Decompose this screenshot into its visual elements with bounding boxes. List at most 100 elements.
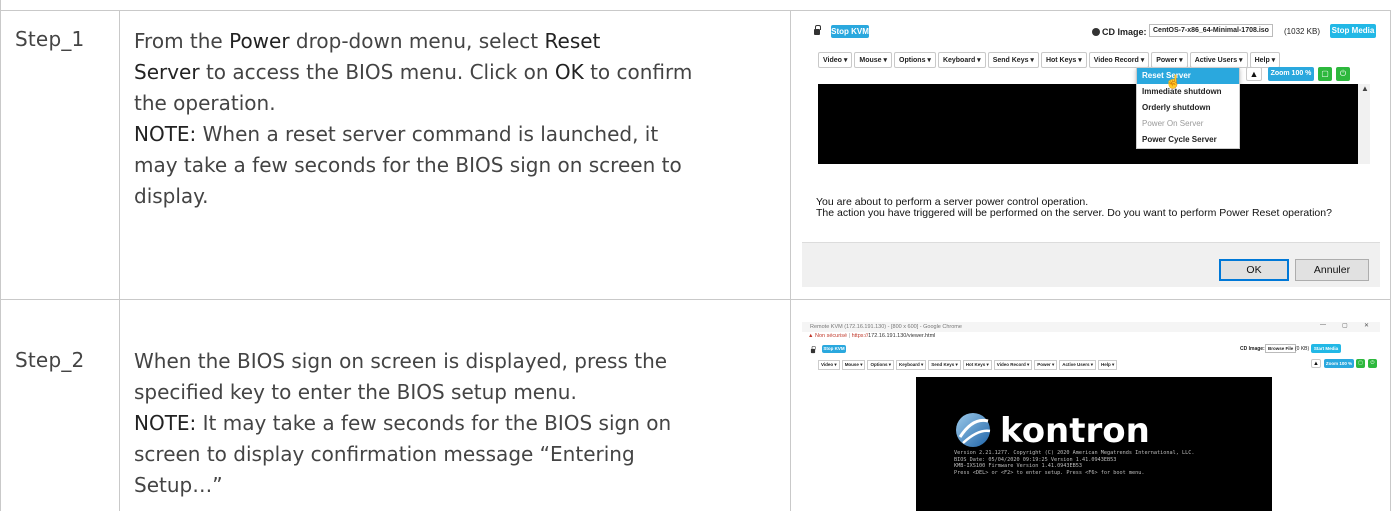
body-text: to confirm [583,60,693,84]
browser-title-bar: Remote KVM (172.16.191.130) - [800 x 600… [802,322,1380,332]
cd-size: (1032 KB) [1284,27,1321,36]
bios-line: KMB-IXS100 Firmware Version 1.41.0943EB5… [954,463,1083,470]
text-line: specified key to enter the BIOS setup me… [134,377,774,408]
kvm-menubar: Video ▾ Mouse ▾ Options ▾ Keyboard ▾ Send Ke… [818,52,1281,68]
text-line: display. [134,181,774,212]
menu-item[interactable]: Power ▾ [1034,360,1058,370]
zoom-button[interactable]: Zoom 100 % [1324,359,1354,368]
stop-media-button[interactable]: Stop Media [1330,24,1376,38]
text-line: may take a few seconds for the BIOS sign… [134,150,774,181]
power-menu-item[interactable]: Orderly shutdown [1137,100,1239,116]
body-text: It may take a few seconds for the BIOS s… [196,411,672,435]
cd-image-label: CD Image: [1240,346,1265,352]
menu-item[interactable]: Options ▾ [894,52,936,68]
bios-line: BIOS Date: 05/04/2020 09:19:25 Version 1… [954,456,1117,463]
text-line: From the Power drop-down menu, select Re… [134,26,774,57]
chat-icon[interactable]: ▢ [1356,359,1365,368]
body-text: screen to display confirmation message “… [134,442,635,466]
body-text: When the BIOS sign on screen is displaye… [134,349,668,373]
body-text: specified key to enter the BIOS setup me… [134,380,577,404]
scroll-up-icon[interactable]: ▲ [1361,84,1369,93]
text-line: NOTE: It may take a few seconds for the … [134,408,774,439]
keyword-text: Server [134,60,200,84]
text-line: When the BIOS sign on screen is displaye… [134,346,774,377]
lock-icon [810,346,816,354]
warning-icon: ▲ [808,333,815,339]
menu-item[interactable]: Video Record ▾ [993,360,1033,370]
power-menu-item[interactable]: Immediate shutdown [1137,84,1239,100]
menu-item[interactable]: Options ▾ [867,360,894,370]
menu-item[interactable]: Hot Keys ▾ [1040,52,1087,68]
close-icon[interactable]: ✕ [1364,322,1369,329]
menu-item[interactable]: Video Record ▾ [1088,52,1150,68]
menu-item[interactable]: Video ▾ [818,52,853,68]
menu-item[interactable]: Keyboard ▾ [937,52,986,68]
menu-item[interactable]: Mouse ▾ [854,52,893,68]
cd-image-label: CD Image: [1092,27,1147,37]
menu-item[interactable]: Send Keys ▾ [987,52,1039,68]
cd-file-field[interactable]: CentOS-7-x86_64-Minimal-1708.iso [1149,24,1273,37]
body-text: From the [134,29,230,53]
bios-sign-on-screenshot: Remote KVM (172.16.191.130) - [800 x 600… [802,322,1380,511]
body-text: the operation. [134,91,276,115]
menu-item[interactable]: Keyboard ▾ [895,360,927,370]
power-reset-screenshot: Stop KVM CD Image: CentOS-7-x86_64-Minim… [802,14,1380,287]
step-2-text: When the BIOS sign on screen is displaye… [134,346,774,501]
body-text: drop-down menu, select [289,29,545,53]
menu-item[interactable]: Active Users ▾ [1059,360,1097,370]
menu-item[interactable]: Send Keys ▾ [928,360,961,370]
dialog-footer [802,242,1380,287]
dialog-message-line2: The action you have triggered will be pe… [816,207,1332,219]
text-line: the operation. [134,88,774,119]
column-divider [790,10,791,511]
text-line: Setup…” [134,470,774,501]
address-bar[interactable]: ▲ Non sécurisé | https://172.16.191.130/… [802,332,1380,341]
menu-item[interactable]: Active Users ▾ [1189,52,1248,68]
maximize-icon[interactable]: ▢ [1342,322,1348,329]
menu-item[interactable]: Video ▾ [818,360,840,370]
text-line: screen to display confirmation message “… [134,439,774,470]
table-border-top [0,10,1391,11]
warning-icon[interactable]: ▲ [1246,67,1262,81]
power-menu-item[interactable]: Reset Server [1137,68,1239,84]
bios-line: Press <DEL> or <F2> to enter setup. Pres… [954,469,1145,476]
step-1-label: Step_1 [15,27,85,51]
step-2-label: Step_2 [15,348,85,372]
cd-size: (0 KB) [1295,346,1310,352]
power-icon[interactable]: ⏻ [1368,359,1377,368]
warning-icon[interactable]: ▲ [1311,359,1321,368]
ok-button[interactable]: OK [1219,259,1289,281]
kvm-video-screen[interactable] [818,84,1358,164]
menu-item[interactable]: Help ▾ [1098,360,1118,370]
column-divider [119,10,120,511]
minimize-icon[interactable]: — [1320,322,1326,328]
stop-kvm-button[interactable]: Stop KVM [822,345,846,353]
text-line: NOTE: When a reset server command is lau… [134,119,774,150]
table-border-left [0,0,1,511]
power-icon[interactable]: ⏻ [1336,67,1350,81]
hand-cursor-icon: ☝ [1165,74,1182,89]
menu-item[interactable]: Mouse ▾ [841,360,866,370]
menu-item[interactable]: Power ▾ [1151,52,1188,68]
bios-version-text: Version 2.21.1277. Copyright (C) 2020 Am… [954,450,1194,476]
power-dropdown-menu: Reset Server Immediate shutdown Orderly sh… [1136,67,1240,149]
browse-file-field[interactable]: Browse File [1265,344,1297,353]
body-text: When a reset server command is launched,… [196,122,659,146]
stop-kvm-button[interactable]: Stop KVM [831,25,869,38]
menu-item[interactable]: Hot Keys ▾ [962,360,992,370]
keyword-text: OK [554,60,584,84]
text-line: Server to access the BIOS menu. Click on… [134,57,774,88]
keyword-text: Power [229,29,290,53]
body-text: to access the BIOS menu. Click on [199,60,555,84]
keyword-text: NOTE: [134,122,197,146]
cancel-button[interactable]: Annuler [1295,259,1369,281]
start-media-button[interactable]: Start Media [1311,344,1341,353]
scrollbar[interactable] [1358,84,1370,164]
step-1-text: From the Power drop-down menu, select Re… [134,26,774,212]
menu-item[interactable]: Help ▾ [1249,52,1281,68]
zoom-button[interactable]: Zoom 100 % [1268,67,1314,81]
keyword-text: NOTE: [134,411,197,435]
chat-icon[interactable]: ▢ [1318,67,1332,81]
power-menu-item[interactable]: Power Cycle Server [1137,132,1239,148]
body-text: Setup…” [134,473,223,497]
